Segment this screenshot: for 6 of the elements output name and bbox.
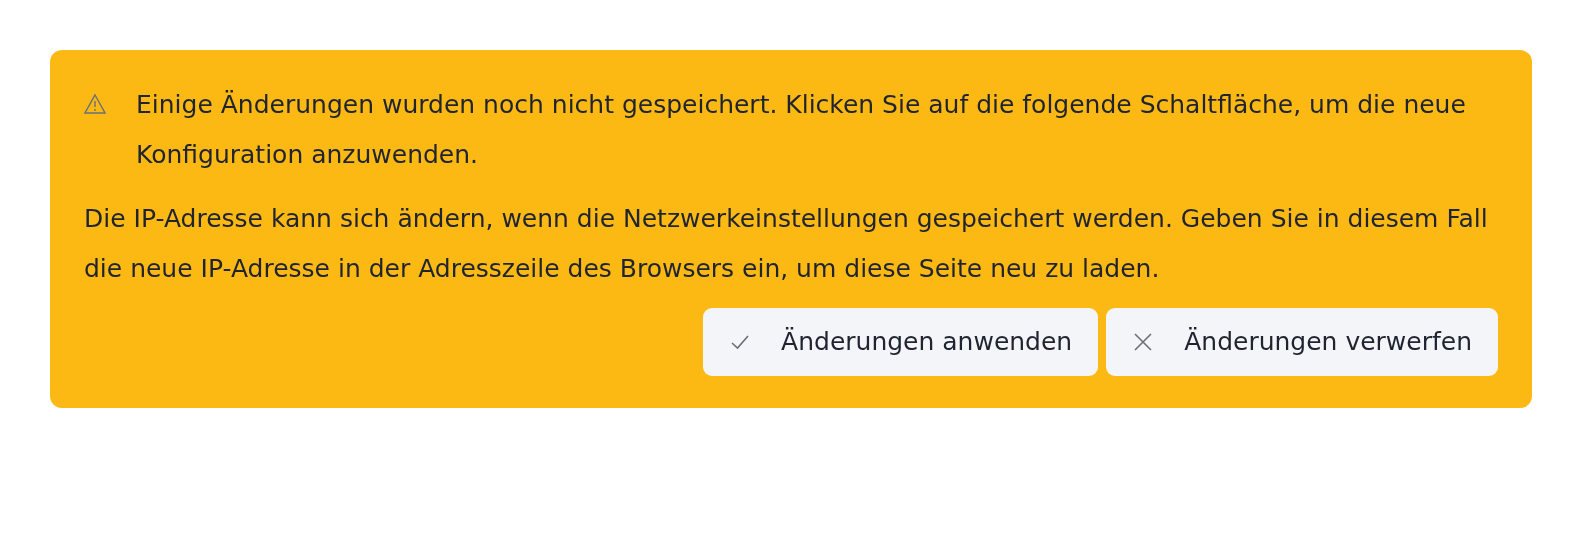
apply-button[interactable]: Änderungen anwenden bbox=[703, 308, 1099, 376]
message-text: Die IP-Adresse kann sich ändern, wenn die Netzwerkeinstellungen gespeichert werden. Geben Sie in diesem Fall die neue IP-Adresse in der Adresszeile des Browsers ein, um diese Seite neu zu laden. bbox=[84, 204, 1488, 283]
message-text: Einige Änderungen wurden noch nicht gespeichert. Klicken Sie auf die folgende Schaltfläche, um die neue Konfiguration anzuwenden. bbox=[136, 89, 1467, 171]
warning-icon bbox=[84, 93, 106, 115]
discard-button[interactable]: Änderungen verwerfen bbox=[1106, 308, 1498, 376]
close-icon bbox=[1132, 331, 1155, 353]
